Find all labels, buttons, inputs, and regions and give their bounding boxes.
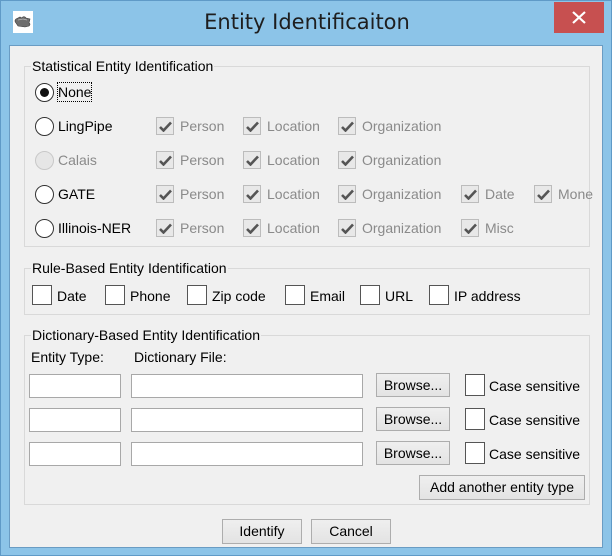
illinois-location-label: Location xyxy=(267,220,320,236)
window-title: Entity Identificaiton xyxy=(204,10,410,34)
gate-location-checkbox[interactable] xyxy=(243,185,261,203)
dialog-content: Statistical Entity Identification None L… xyxy=(9,45,603,548)
check-icon xyxy=(246,121,259,132)
gate-location-label: Location xyxy=(267,186,320,202)
browse-button[interactable]: Browse... xyxy=(376,407,450,431)
rule-date-label[interactable]: Date xyxy=(57,287,87,305)
case-sensitive-checkbox[interactable] xyxy=(465,374,485,396)
check-icon xyxy=(159,189,172,200)
radio-illinois-ner[interactable] xyxy=(35,219,54,238)
dictionary-file-input[interactable] xyxy=(131,374,363,398)
calais-organization-label: Organization xyxy=(362,152,442,168)
close-button[interactable] xyxy=(554,2,604,33)
illinois-misc-label: Misc xyxy=(485,220,514,236)
entity-type-input[interactable] xyxy=(29,374,121,398)
gate-money-label: Mone xyxy=(558,186,594,202)
dictionary-group-title: Dictionary-Based Entity Identification xyxy=(31,327,261,343)
radio-label-lingpipe[interactable]: LingPipe xyxy=(58,117,113,135)
check-icon xyxy=(159,121,172,132)
browse-button[interactable]: Browse... xyxy=(376,441,450,465)
identify-button[interactable]: Identify xyxy=(222,519,302,544)
browse-button[interactable]: Browse... xyxy=(376,373,450,397)
dictionary-file-input[interactable] xyxy=(131,408,363,432)
lingpipe-location-checkbox[interactable] xyxy=(243,117,261,135)
calais-person-checkbox[interactable] xyxy=(156,151,174,169)
radio-lingpipe[interactable] xyxy=(35,117,54,136)
rule-email-checkbox[interactable] xyxy=(285,285,305,305)
check-icon xyxy=(341,155,354,166)
rule-based-group-title: Rule-Based Entity Identification xyxy=(31,260,228,276)
case-sensitive-label[interactable]: Case sensitive xyxy=(489,445,580,463)
statistical-group-title: Statistical Entity Identification xyxy=(31,58,215,74)
rule-phone-checkbox[interactable] xyxy=(105,285,125,305)
check-icon xyxy=(246,155,259,166)
check-icon xyxy=(341,223,354,234)
dictionary-file-header: Dictionary File: xyxy=(134,349,227,365)
check-icon xyxy=(341,121,354,132)
case-sensitive-checkbox[interactable] xyxy=(465,442,485,464)
check-icon xyxy=(246,189,259,200)
cancel-button[interactable]: Cancel xyxy=(311,519,391,544)
lingpipe-organization-checkbox[interactable] xyxy=(338,117,356,135)
title-bar[interactable]: Entity Identificaiton xyxy=(1,1,612,45)
calais-location-checkbox[interactable] xyxy=(243,151,261,169)
rule-phone-label[interactable]: Phone xyxy=(130,287,170,305)
radio-none[interactable] xyxy=(35,83,54,102)
rule-date-checkbox[interactable] xyxy=(32,285,52,305)
dictionary-file-input[interactable] xyxy=(131,442,363,466)
radio-gate[interactable] xyxy=(35,185,54,204)
case-sensitive-checkbox[interactable] xyxy=(465,408,485,430)
check-icon xyxy=(159,223,172,234)
case-sensitive-label[interactable]: Case sensitive xyxy=(489,411,580,429)
gate-date-checkbox[interactable] xyxy=(461,185,479,203)
add-entity-type-button[interactable]: Add another entity type xyxy=(419,475,585,500)
check-icon xyxy=(159,155,172,166)
lingpipe-location-label: Location xyxy=(267,118,320,134)
gate-money-checkbox[interactable] xyxy=(534,185,552,203)
radio-calais xyxy=(35,151,54,170)
rule-zipcode-checkbox[interactable] xyxy=(187,285,207,305)
check-icon xyxy=(464,223,477,234)
illinois-organization-label: Organization xyxy=(362,220,442,236)
calais-location-label: Location xyxy=(267,152,320,168)
gate-person-label: Person xyxy=(180,186,225,202)
illinois-location-checkbox[interactable] xyxy=(243,219,261,237)
lingpipe-organization-label: Organization xyxy=(362,118,442,134)
check-icon xyxy=(341,189,354,200)
radio-label-none[interactable]: None xyxy=(56,82,93,102)
rule-ip-address-checkbox[interactable] xyxy=(429,285,449,305)
illinois-person-label: Person xyxy=(180,220,225,236)
calais-person-label: Person xyxy=(180,152,225,168)
radio-label-illinois-ner[interactable]: Illinois-NER xyxy=(58,219,131,237)
illinois-organization-checkbox[interactable] xyxy=(338,219,356,237)
rule-ip-address-label[interactable]: IP address xyxy=(454,287,521,305)
calais-organization-checkbox[interactable] xyxy=(338,151,356,169)
check-icon xyxy=(537,189,550,200)
rule-email-label[interactable]: Email xyxy=(310,287,345,305)
entity-type-header: Entity Type: xyxy=(31,349,104,365)
entity-type-input[interactable] xyxy=(29,408,121,432)
case-sensitive-label[interactable]: Case sensitive xyxy=(489,377,580,395)
gate-date-label: Date xyxy=(485,186,515,202)
check-icon xyxy=(246,223,259,234)
gate-organization-label: Organization xyxy=(362,186,442,202)
entity-type-input[interactable] xyxy=(29,442,121,466)
close-icon xyxy=(572,11,586,24)
gate-organization-checkbox[interactable] xyxy=(338,185,356,203)
check-icon xyxy=(464,189,477,200)
lingpipe-person-label: Person xyxy=(180,118,225,134)
lingpipe-person-checkbox[interactable] xyxy=(156,117,174,135)
rule-url-label[interactable]: URL xyxy=(385,287,413,305)
radio-label-calais: Calais xyxy=(58,152,97,168)
rule-zipcode-label[interactable]: Zip code xyxy=(212,287,266,305)
rule-url-checkbox[interactable] xyxy=(360,285,380,305)
gate-person-checkbox[interactable] xyxy=(156,185,174,203)
radio-label-gate[interactable]: GATE xyxy=(58,185,95,203)
illinois-misc-checkbox[interactable] xyxy=(461,219,479,237)
illinois-person-checkbox[interactable] xyxy=(156,219,174,237)
dialog-window: Entity Identificaiton Statistical Entity… xyxy=(0,0,612,556)
